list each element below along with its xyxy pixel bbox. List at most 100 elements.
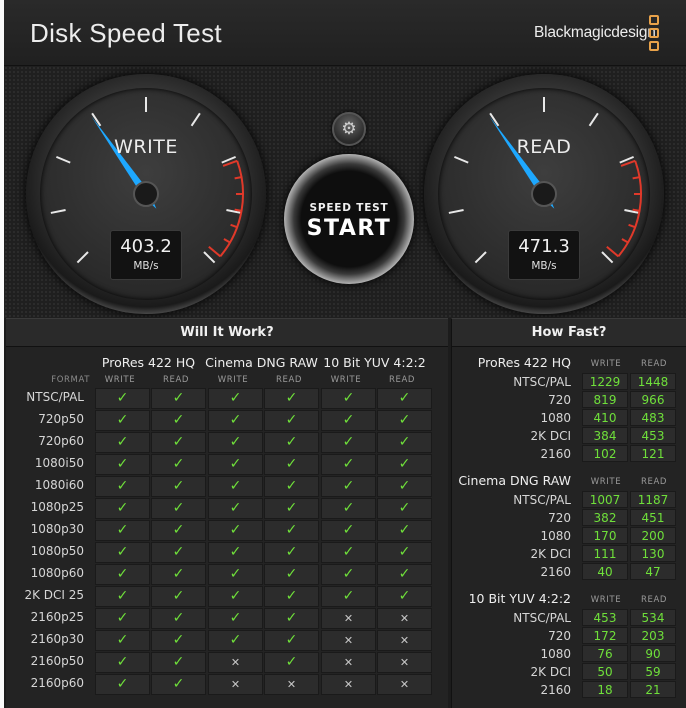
format-table: NTSC/PAL ✓ ✓ ✓ ✓ ✓ ✓ 720p50 ✓ ✓ ✓ ✓ ✓ ✓ 720p60 ✓ ✓ ✓ ✓ ✓ ✓ 10…: [6, 387, 448, 695]
check-icon: ✓: [264, 454, 319, 475]
gauge-tick: [50, 209, 66, 214]
check-icon: ✓: [321, 476, 376, 497]
check-icon: ✓: [151, 564, 206, 585]
check-icon: ✓: [321, 432, 376, 453]
cross-icon: ✕: [321, 652, 376, 673]
check-icon: ✓: [95, 542, 150, 563]
speed-group-header: 10 Bit YUV 4:2:2 WRITE READ: [452, 589, 686, 609]
check-icon: ✓: [95, 388, 150, 409]
check-icon: ✓: [264, 388, 319, 409]
check-icon: ✓: [208, 388, 263, 409]
check-icon: ✓: [95, 432, 150, 453]
check-icon: ✓: [151, 652, 206, 673]
gauge-red-tick: [234, 176, 242, 180]
check-icon: ✓: [95, 630, 150, 651]
gauge-hub: [531, 181, 557, 207]
read-fps-value: 21: [630, 681, 676, 698]
read-gauge: READ 471.3 MB/s: [424, 74, 664, 314]
read-fps-value: 483: [630, 409, 676, 426]
read-fps-value: 966: [630, 391, 676, 408]
gauge-red-tick: [621, 238, 629, 244]
resolution-label: 1080: [540, 529, 571, 543]
write-speed-unit: MB/s: [133, 260, 159, 272]
read-fps-value: 90: [630, 645, 676, 662]
write-fps-value: 111: [582, 545, 628, 562]
check-icon: ✓: [264, 564, 319, 585]
sub-header-read: READ: [388, 375, 416, 385]
read-fps-value: 47: [630, 563, 676, 580]
gauge-red-tick: [632, 208, 640, 212]
check-icon: ✓: [151, 410, 206, 431]
check-icon: ✓: [208, 476, 263, 497]
check-icon: ✓: [321, 388, 376, 409]
resolution-label: 2160: [540, 683, 571, 697]
check-icon: ✓: [377, 542, 432, 563]
format-name: 720p60: [38, 434, 84, 448]
table-row: 1080i60 ✓ ✓ ✓ ✓ ✓ ✓: [6, 475, 448, 497]
check-icon: ✓: [321, 564, 376, 585]
resolution-label: 720: [548, 511, 571, 525]
speed-group-header: Cinema DNG RAW WRITE READ: [452, 471, 686, 491]
check-icon: ✓: [208, 454, 263, 475]
format-name: 1080p25: [30, 500, 84, 514]
check-icon: ✓: [377, 454, 432, 475]
read-fps-value: 1448: [630, 373, 676, 390]
check-icon: ✓: [95, 454, 150, 475]
table-row: 1080i50 ✓ ✓ ✓ ✓ ✓ ✓: [6, 453, 448, 475]
format-name: 720p50: [38, 412, 84, 426]
check-icon: ✓: [95, 652, 150, 673]
check-icon: ✓: [151, 454, 206, 475]
check-icon: ✓: [151, 630, 206, 651]
speed-test-start-button[interactable]: SPEED TEST START: [284, 154, 414, 284]
check-icon: ✓: [377, 432, 432, 453]
table-row: 720p60 ✓ ✓ ✓ ✓ ✓ ✓: [6, 431, 448, 453]
read-fps-value: 1187: [630, 491, 676, 508]
read-fps-value: 121: [630, 445, 676, 462]
how-fast-panel: How Fast? ProRes 422 HQ WRITE READ NTSC/PAL…: [451, 318, 686, 708]
format-name: 1080p50: [30, 544, 84, 558]
check-icon: ✓: [95, 586, 150, 607]
blackmagic-logo-icon: [649, 15, 661, 53]
settings-button[interactable]: ⚙: [332, 112, 366, 146]
table-row: 1080p30 ✓ ✓ ✓ ✓ ✓ ✓: [6, 519, 448, 541]
check-icon: ✓: [321, 454, 376, 475]
resolution-label: NTSC/PAL: [513, 611, 571, 625]
read-gauge-needle: [489, 116, 557, 209]
gauge-red-zone: [617, 160, 642, 257]
check-icon: ✓: [95, 564, 150, 585]
table-row: 720p50 ✓ ✓ ✓ ✓ ✓ ✓: [6, 409, 448, 431]
table-row: 2160p30 ✓ ✓ ✓ ✓ ✕ ✕: [6, 629, 448, 651]
speed-row: 720 819 966: [452, 391, 686, 409]
gauge-red-tick: [234, 208, 242, 212]
format-name: 2160p30: [30, 632, 84, 646]
gauge-red-tick: [628, 223, 636, 229]
check-icon: ✓: [264, 520, 319, 541]
write-fps-value: 50: [582, 663, 628, 680]
group-cinema-dng: Cinema DNG RAW: [205, 355, 318, 370]
resolution-label: NTSC/PAL: [513, 375, 571, 389]
gauge-area: WRITE 403.2 MB/s ⚙ SPEED TEST START READ…: [4, 66, 686, 318]
cross-icon: ✕: [321, 674, 376, 695]
gauge-tick: [76, 251, 89, 264]
write-readout: 403.2 MB/s: [110, 230, 182, 280]
check-icon: ✓: [208, 542, 263, 563]
gauge-red-tick: [223, 238, 231, 244]
check-icon: ✓: [377, 586, 432, 607]
table-row: 1080p25 ✓ ✓ ✓ ✓ ✓ ✓: [6, 497, 448, 519]
write-column-header: WRITE: [590, 595, 622, 605]
speed-group-name: 10 Bit YUV 4:2:2: [468, 591, 571, 606]
cross-icon: ✕: [321, 608, 376, 629]
speed-group-name: Cinema DNG RAW: [458, 473, 571, 488]
sub-header-write: WRITE: [104, 375, 136, 385]
sub-header-write: WRITE: [330, 375, 362, 385]
read-fps-value: 200: [630, 527, 676, 544]
check-icon: ✓: [264, 410, 319, 431]
write-fps-value: 102: [582, 445, 628, 462]
app-title: Disk Speed Test: [30, 18, 222, 48]
write-fps-value: 18: [582, 681, 628, 698]
speed-group-name: ProRes 422 HQ: [477, 355, 571, 370]
read-fps-value: 451: [630, 509, 676, 526]
gauge-tick: [203, 251, 216, 264]
resolution-label: 720: [548, 393, 571, 407]
check-icon: ✓: [264, 498, 319, 519]
